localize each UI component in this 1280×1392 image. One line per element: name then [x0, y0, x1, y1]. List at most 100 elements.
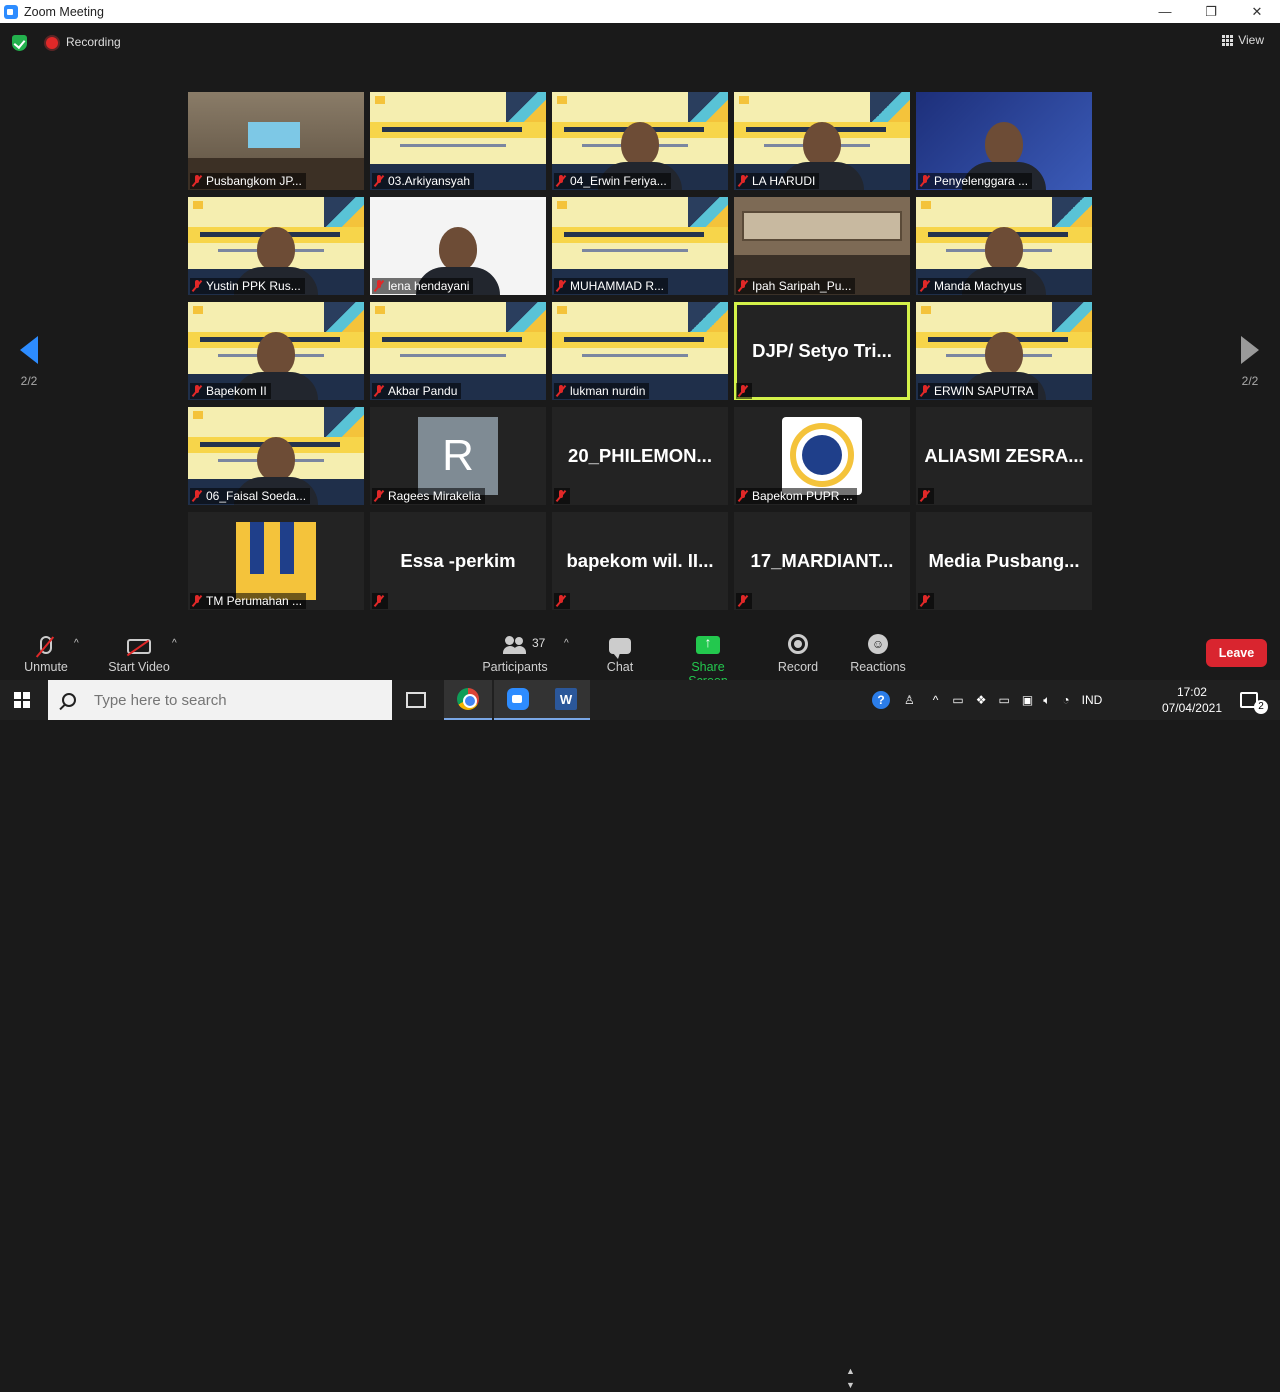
task-view-button[interactable]: [392, 680, 440, 720]
left-arrow-icon[interactable]: [20, 336, 38, 364]
view-label: View: [1238, 33, 1264, 47]
participant-tile[interactable]: Bapekom II: [188, 302, 364, 400]
participant-name-bar: Manda Machyus: [918, 278, 1027, 294]
right-arrow-icon[interactable]: [1241, 336, 1259, 364]
dropbox-icon[interactable]: ❖: [976, 693, 987, 707]
language-indicator[interactable]: IND: [1082, 693, 1103, 707]
zoom-app-icon: [4, 4, 18, 19]
chat-button[interactable]: Chat: [602, 632, 638, 674]
participant-name-label: Penyelenggara ...: [934, 174, 1029, 188]
taskbar-scroll-arrows[interactable]: ▲ ▼: [846, 1364, 855, 1392]
participant-tile[interactable]: ALIASMI ZESRA...: [916, 407, 1092, 505]
participant-tile[interactable]: lena hendayani: [370, 197, 546, 295]
reactions-button[interactable]: ☺ Reactions: [848, 632, 908, 674]
participant-name-bar: Ragees Mirakelia: [372, 488, 485, 504]
muted-mic-icon: [920, 385, 930, 397]
participant-tile[interactable]: Essa -perkim: [370, 512, 546, 610]
participant-name-label: 03.Arkiyansyah: [388, 174, 471, 188]
participant-tile[interactable]: 03.Arkiyansyah: [370, 92, 546, 190]
participant-tile[interactable]: Manda Machyus: [916, 197, 1092, 295]
muted-mic-icon: [374, 385, 384, 397]
page-indicator-left: 2/2: [20, 374, 38, 388]
muted-microphone-icon: [40, 636, 52, 654]
participant-name-bar: 04_Erwin Feriya...: [554, 173, 671, 189]
taskbar-clock[interactable]: 17:02 07/04/2021: [1162, 684, 1222, 716]
video-gallery: Pusbangkom JP... 03.Arkiyansyah 04_Erwin F…: [188, 92, 1092, 610]
participant-tile[interactable]: Ipah Saripah_Pu...: [734, 197, 910, 295]
participant-name-bar: Bapekom PUPR ...: [736, 488, 857, 504]
show-hidden-icons-chevron-icon[interactable]: ^: [933, 693, 939, 707]
page-indicator-right: 2/2: [1241, 374, 1259, 388]
muted-mic-icon: [374, 175, 384, 187]
window-title: Zoom Meeting: [24, 4, 104, 19]
participant-tile[interactable]: bapekom wil. II...: [552, 512, 728, 610]
record-button[interactable]: Record: [776, 632, 820, 674]
volume-icon[interactable]: 🔈︎: [1043, 693, 1050, 708]
people-icon[interactable]: ♙: [904, 693, 915, 707]
previous-page-control[interactable]: 2/2: [14, 336, 44, 388]
participant-name-label: ERWIN SAPUTRA: [934, 384, 1034, 398]
participant-name-bar: Akbar Pandu: [372, 383, 462, 399]
view-button[interactable]: View: [1222, 33, 1264, 47]
taskbar-search-box[interactable]: [48, 680, 392, 720]
participants-options-caret-icon[interactable]: ^: [564, 638, 569, 649]
participant-display-name: ALIASMI ZESRA...: [924, 445, 1084, 466]
participant-tile[interactable]: TM Perumahan ...: [188, 512, 364, 610]
windows-start-icon[interactable]: [14, 692, 30, 708]
participant-tile[interactable]: 17_MARDIANT...: [734, 512, 910, 610]
participant-name-bar: [554, 488, 570, 504]
participant-name-bar: [554, 593, 570, 609]
participant-tile[interactable]: LA HARUDI: [734, 92, 910, 190]
close-button[interactable]: ✕: [1234, 0, 1280, 23]
video-options-caret-icon[interactable]: ^: [172, 638, 177, 649]
muted-mic-icon: [920, 280, 930, 292]
taskbar-zoom[interactable]: [494, 680, 542, 720]
start-video-button[interactable]: Start Video: [106, 632, 172, 674]
participant-name-bar: 06_Faisal Soeda...: [190, 488, 311, 504]
audio-options-caret-icon[interactable]: ^: [74, 638, 79, 649]
minimize-button[interactable]: —: [1142, 0, 1188, 23]
share-screen-icon: [696, 634, 720, 654]
muted-mic-icon: [374, 595, 384, 607]
participant-tile[interactable]: 04_Erwin Feriya...: [552, 92, 728, 190]
participants-button[interactable]: Participants 37: [480, 632, 550, 674]
participant-tile[interactable]: Pusbangkom JP...: [188, 92, 364, 190]
participant-tile[interactable]: Akbar Pandu: [370, 302, 546, 400]
help-icon[interactable]: ?: [872, 691, 890, 709]
reactions-smiley-icon: ☺: [868, 634, 888, 654]
participant-tile[interactable]: MUHAMMAD R...: [552, 197, 728, 295]
wifi-icon[interactable]: ◔: [1062, 693, 1069, 707]
start-video-label: Start Video: [108, 660, 170, 674]
taskbar-search-input[interactable]: [94, 691, 344, 709]
participant-tile[interactable]: DJP/ Setyo Tri...: [734, 302, 910, 400]
participant-tile[interactable]: lukman nurdin: [552, 302, 728, 400]
next-page-control[interactable]: 2/2: [1235, 336, 1265, 388]
camera-tray-icon[interactable]: ▣: [1022, 693, 1033, 707]
participant-tile[interactable]: Penyelenggara ...: [916, 92, 1092, 190]
participant-tile[interactable]: Yustin PPK Rus...: [188, 197, 364, 295]
participant-tile[interactable]: R Ragees Mirakelia: [370, 407, 546, 505]
restore-button[interactable]: ❐: [1188, 0, 1234, 23]
muted-mic-icon: [556, 175, 566, 187]
participant-name-bar: [736, 593, 752, 609]
muted-mic-icon: [192, 385, 202, 397]
tablet-icon[interactable]: ▭: [952, 693, 963, 707]
security-shield-icon[interactable]: [12, 35, 27, 51]
participant-tile[interactable]: Media Pusbang...: [916, 512, 1092, 610]
participant-tile[interactable]: ERWIN SAPUTRA: [916, 302, 1092, 400]
record-label: Record: [777, 660, 819, 674]
clock-date: 07/04/2021: [1161, 701, 1222, 715]
participant-tile[interactable]: 06_Faisal Soeda...: [188, 407, 364, 505]
taskbar-chrome[interactable]: [444, 680, 492, 720]
recording-indicator-icon: [46, 37, 58, 49]
participant-name-bar: 03.Arkiyansyah: [372, 173, 475, 189]
participant-display-name: 17_MARDIANT...: [750, 550, 894, 571]
participant-tile[interactable]: Bapekom PUPR ...: [734, 407, 910, 505]
unmute-button[interactable]: Unmute: [22, 632, 70, 674]
battery-icon[interactable]: ▭: [999, 693, 1010, 707]
muted-mic-icon: [556, 595, 566, 607]
taskbar-word[interactable]: W: [542, 680, 590, 720]
participant-tile[interactable]: 20_PHILEMON...: [552, 407, 728, 505]
leave-button[interactable]: Leave: [1206, 639, 1267, 667]
participant-display-name: DJP/ Setyo Tri...: [752, 340, 892, 361]
